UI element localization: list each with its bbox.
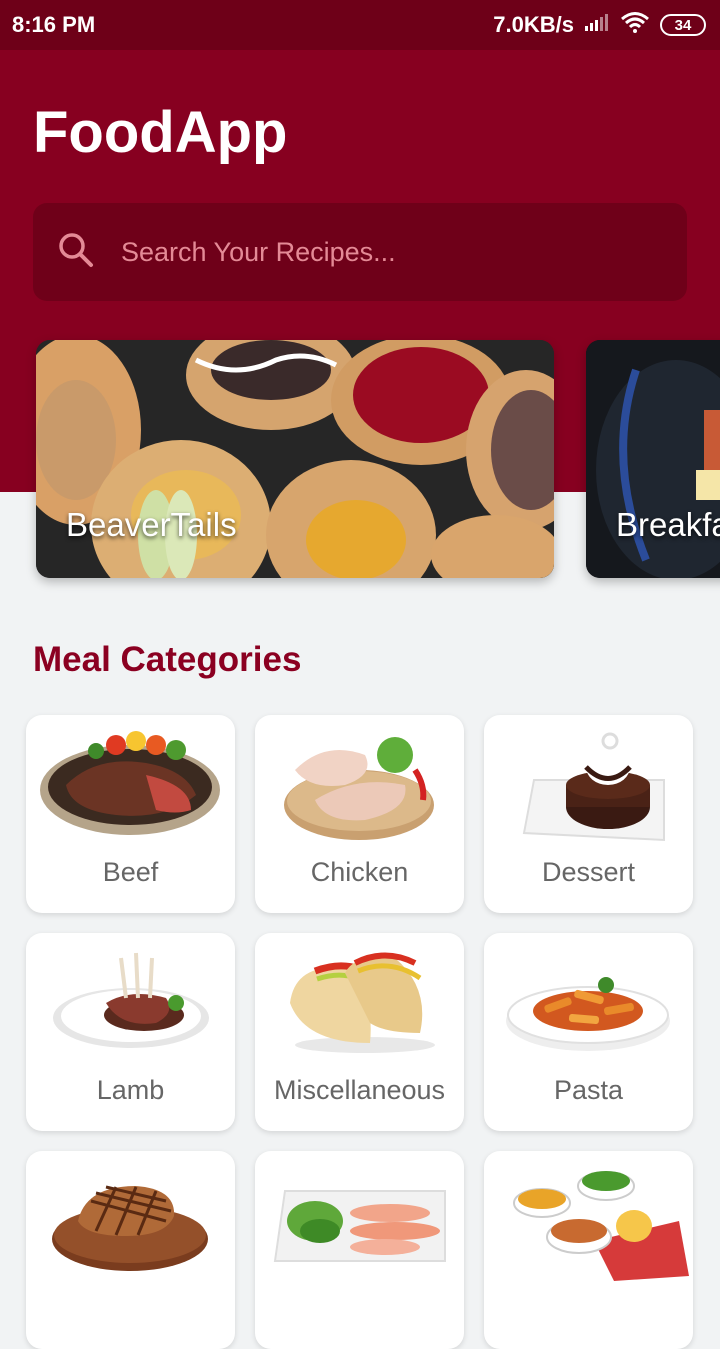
featured-recipe-card[interactable]: BeaverTails: [36, 340, 554, 578]
side-dishes-icon: [513, 1171, 689, 1281]
battery-level: 34: [674, 16, 692, 34]
status-icons: 7.0KB/s 34: [493, 11, 706, 39]
category-grid: Beef Chicken Dessert Lamb Miscellaneous …: [26, 715, 694, 1349]
pork-icon: [52, 1185, 208, 1271]
category-label: Chicken: [310, 857, 409, 887]
search-input[interactable]: [119, 235, 643, 269]
category-card-dessert[interactable]: Dessert: [484, 715, 693, 913]
status-bar: 8:16 PM 7.0KB/s 34: [0, 0, 720, 50]
category-label: Miscellaneous: [273, 1075, 446, 1105]
category-card-side[interactable]: [484, 1151, 693, 1349]
category-card-miscellaneous[interactable]: Miscellaneous: [255, 933, 464, 1131]
category-card-beef[interactable]: Beef: [26, 715, 235, 913]
category-label: Beef: [102, 857, 159, 887]
lamb-icon: [53, 952, 209, 1048]
featured-recipe-label: BeaverTails: [66, 506, 237, 543]
network-speed: 7.0KB/s: [493, 12, 574, 37]
signal-icon: [584, 12, 610, 38]
status-time: 8:16 PM: [12, 12, 96, 37]
section-title: Meal Categories: [33, 640, 302, 679]
search-bar[interactable]: [33, 203, 687, 301]
category-card-pork[interactable]: [26, 1151, 235, 1349]
app-title: FoodApp: [33, 100, 288, 165]
battery-icon: 34: [660, 14, 706, 36]
category-card-chicken[interactable]: Chicken: [255, 715, 464, 913]
chicken-icon: [284, 737, 434, 840]
category-card-pasta[interactable]: Pasta: [484, 933, 693, 1131]
wifi-icon: [620, 11, 650, 39]
search-icon: [57, 231, 95, 274]
category-label: Pasta: [553, 1075, 624, 1105]
featured-recipe-label: Breakfa: [616, 506, 720, 543]
beef-icon: [40, 731, 220, 835]
category-label: Dessert: [541, 857, 636, 887]
featured-recipe-card[interactable]: Breakfa: [586, 340, 720, 578]
pasta-icon: [506, 977, 670, 1051]
seafood-icon: [273, 1190, 446, 1262]
category-label: Lamb: [96, 1075, 165, 1105]
tacos-icon: [290, 952, 435, 1053]
category-card-lamb[interactable]: Lamb: [26, 933, 235, 1131]
category-card-seafood[interactable]: [255, 1151, 464, 1349]
dessert-icon: [522, 732, 665, 842]
